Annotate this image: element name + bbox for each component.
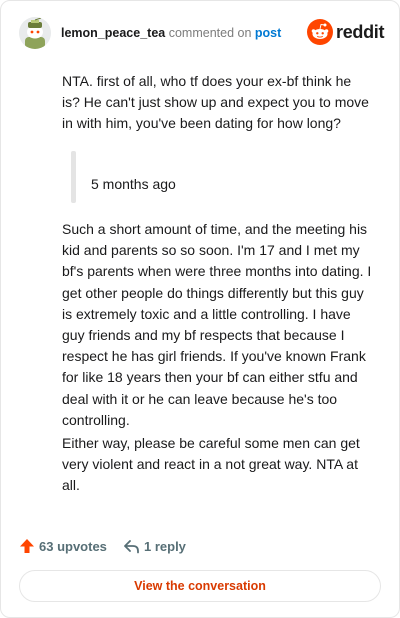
comment-paragraph-2-wrap: Such a short amount of time, and the mee… [62, 219, 374, 431]
comment-body: NTA. first of all, who tf does your ex-b… [62, 71, 372, 135]
avatar[interactable] [19, 17, 51, 49]
upvote-count: 63 upvotes [39, 538, 107, 554]
reddit-logo[interactable]: reddit [307, 19, 385, 45]
reddit-wordmark: reddit [336, 22, 385, 42]
reply-count: 1 reply [144, 538, 186, 554]
snoo-avatar-icon [19, 17, 51, 49]
reddit-alien-icon [307, 19, 333, 45]
comment-meta: lemon_peace_tea commented on post [61, 26, 281, 40]
upvote-arrow-icon [20, 539, 34, 553]
reply-arrow-icon [124, 539, 139, 553]
blockquote-bar [71, 151, 76, 203]
comment-paragraph-3: Either way, please be careful some men c… [62, 435, 360, 494]
commented-on-text: commented on [168, 26, 252, 40]
view-conversation-button[interactable]: View the conversation [19, 570, 381, 602]
reply-button[interactable]: 1 reply [123, 536, 186, 556]
post-link[interactable]: post [255, 26, 281, 40]
username[interactable]: lemon_peace_tea [61, 26, 165, 40]
upvote-button[interactable]: 63 upvotes [19, 536, 107, 556]
comment-paragraph-3-wrap: Either way, please be careful some men c… [62, 433, 374, 497]
comment-paragraph-1: NTA. first of all, who tf does your ex-b… [62, 73, 369, 132]
comment-embed-card: lemon_peace_tea commented on post reddit… [0, 0, 400, 618]
comment-paragraph-2: Such a short amount of time, and the mee… [62, 221, 372, 428]
comment-footer: 63 upvotes 1 reply [19, 536, 379, 556]
comment-header: lemon_peace_tea commented on post reddit [19, 15, 385, 51]
blockquote-text: 5 months ago [91, 176, 176, 192]
